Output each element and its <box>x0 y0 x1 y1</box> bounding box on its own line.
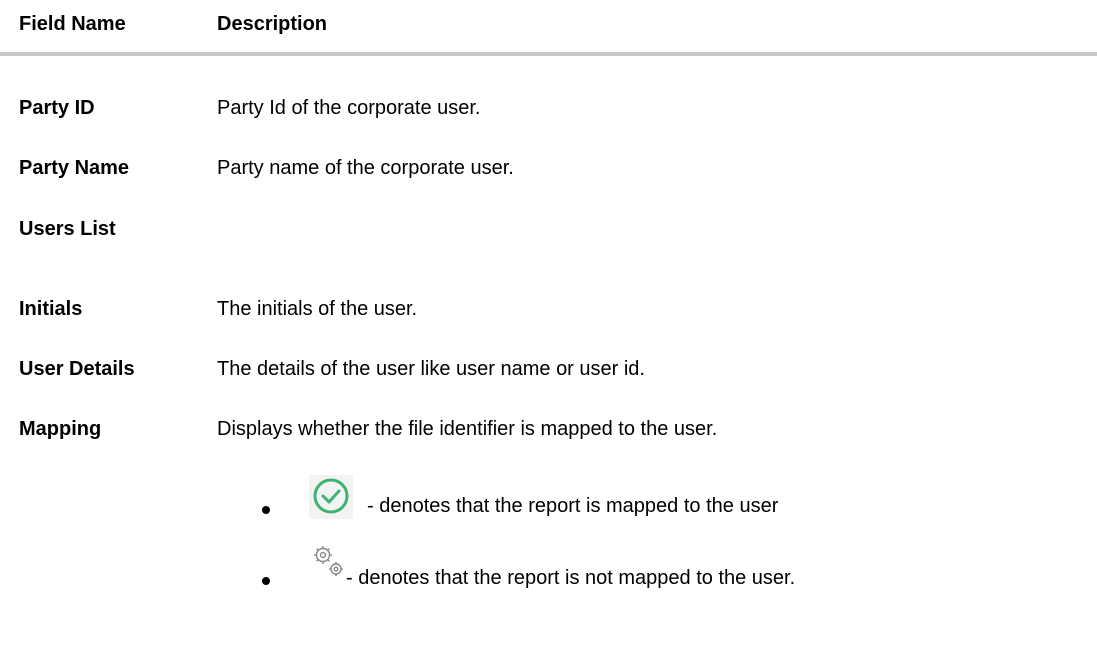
field-description: The initials of the user. <box>217 298 418 320</box>
check-circle-icon <box>309 475 353 519</box>
table-row-users-list: Users List <box>0 218 1097 248</box>
field-name: Party Name <box>19 157 130 179</box>
bullet-point <box>262 506 270 514</box>
field-name: Users List <box>19 218 116 240</box>
mapping-bullet-mapped: - denotes that the report is mapped to t… <box>0 475 1097 535</box>
mapping-bullet-not-mapped: - denotes that the report is not mapped … <box>0 545 1097 605</box>
table-row-initials: Initials The initials of the user. <box>0 298 1097 328</box>
gears-icon <box>314 546 343 576</box>
table-row-party-name: Party Name Party name of the corporate u… <box>0 157 1097 187</box>
field-name: User Details <box>19 358 135 380</box>
field-description: Party name of the corporate user. <box>217 157 514 179</box>
table-row-mapping: Mapping Displays whether the file identi… <box>0 418 1097 448</box>
bullet-text: - denotes that the report is mapped to t… <box>367 495 779 517</box>
field-name: Initials <box>19 298 83 320</box>
field-name-header: Field Name <box>19 13 126 35</box>
table-row-party-id: Party ID Party Id of the corporate user. <box>0 97 1097 127</box>
description-header: Description <box>217 13 328 35</box>
field-description: The details of the user like user name o… <box>217 358 645 380</box>
field-name: Mapping <box>19 418 102 440</box>
bullet-text: - denotes that the report is not mapped … <box>346 567 796 589</box>
field-description-table: Field Name Description Party ID Party Id… <box>0 0 1097 645</box>
field-description: Displays whether the file identifier is … <box>217 418 718 440</box>
field-description: Party Id of the corporate user. <box>217 97 481 119</box>
header-divider <box>0 52 1097 56</box>
field-name: Party ID <box>19 97 95 119</box>
bullet-point <box>262 577 270 585</box>
table-header: Field Name Description <box>0 0 1097 54</box>
table-row-user-details: User Details The details of the user lik… <box>0 358 1097 388</box>
